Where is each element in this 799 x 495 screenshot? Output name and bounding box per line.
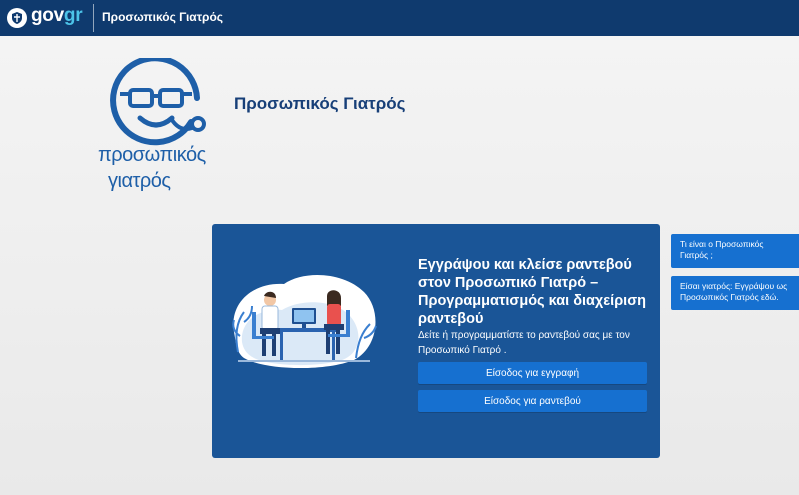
appointment-login-button[interactable]: Είσοδος για ραντεβού — [418, 390, 647, 412]
greek-emblem-icon[interactable] — [7, 8, 27, 28]
what-is-personal-doctor-link[interactable]: Τι είναι ο Προσωπικός Γιατρός ; — [671, 234, 799, 268]
top-navigation-bar: govgr Προσωπικός Γιατρός — [0, 0, 799, 36]
doctor-patient-illustration — [224, 262, 384, 374]
panel-title: Εγγράψου και κλείσε ραντεβού στον Προσωπ… — [418, 257, 646, 327]
service-title[interactable]: Προσωπικός Γιατρός — [102, 10, 223, 24]
doctor-registration-link[interactable]: Είσαι γιατρός: Εγγράψου ως Προσωπικός Γι… — [671, 276, 799, 310]
logo-text-line2: γιατρός — [108, 170, 171, 192]
register-login-button[interactable]: Είσοδος για εγγραφή — [418, 362, 647, 384]
govgr-logo[interactable]: govgr — [31, 5, 83, 27]
page-title: Προσωπικός Γιατρός — [234, 94, 406, 113]
logo-text-line1: προσωπικός — [98, 144, 206, 166]
divider — [93, 4, 94, 32]
panel-description: Δείτε ή προγραμματίστε το ραντεβού σας μ… — [418, 330, 630, 356]
